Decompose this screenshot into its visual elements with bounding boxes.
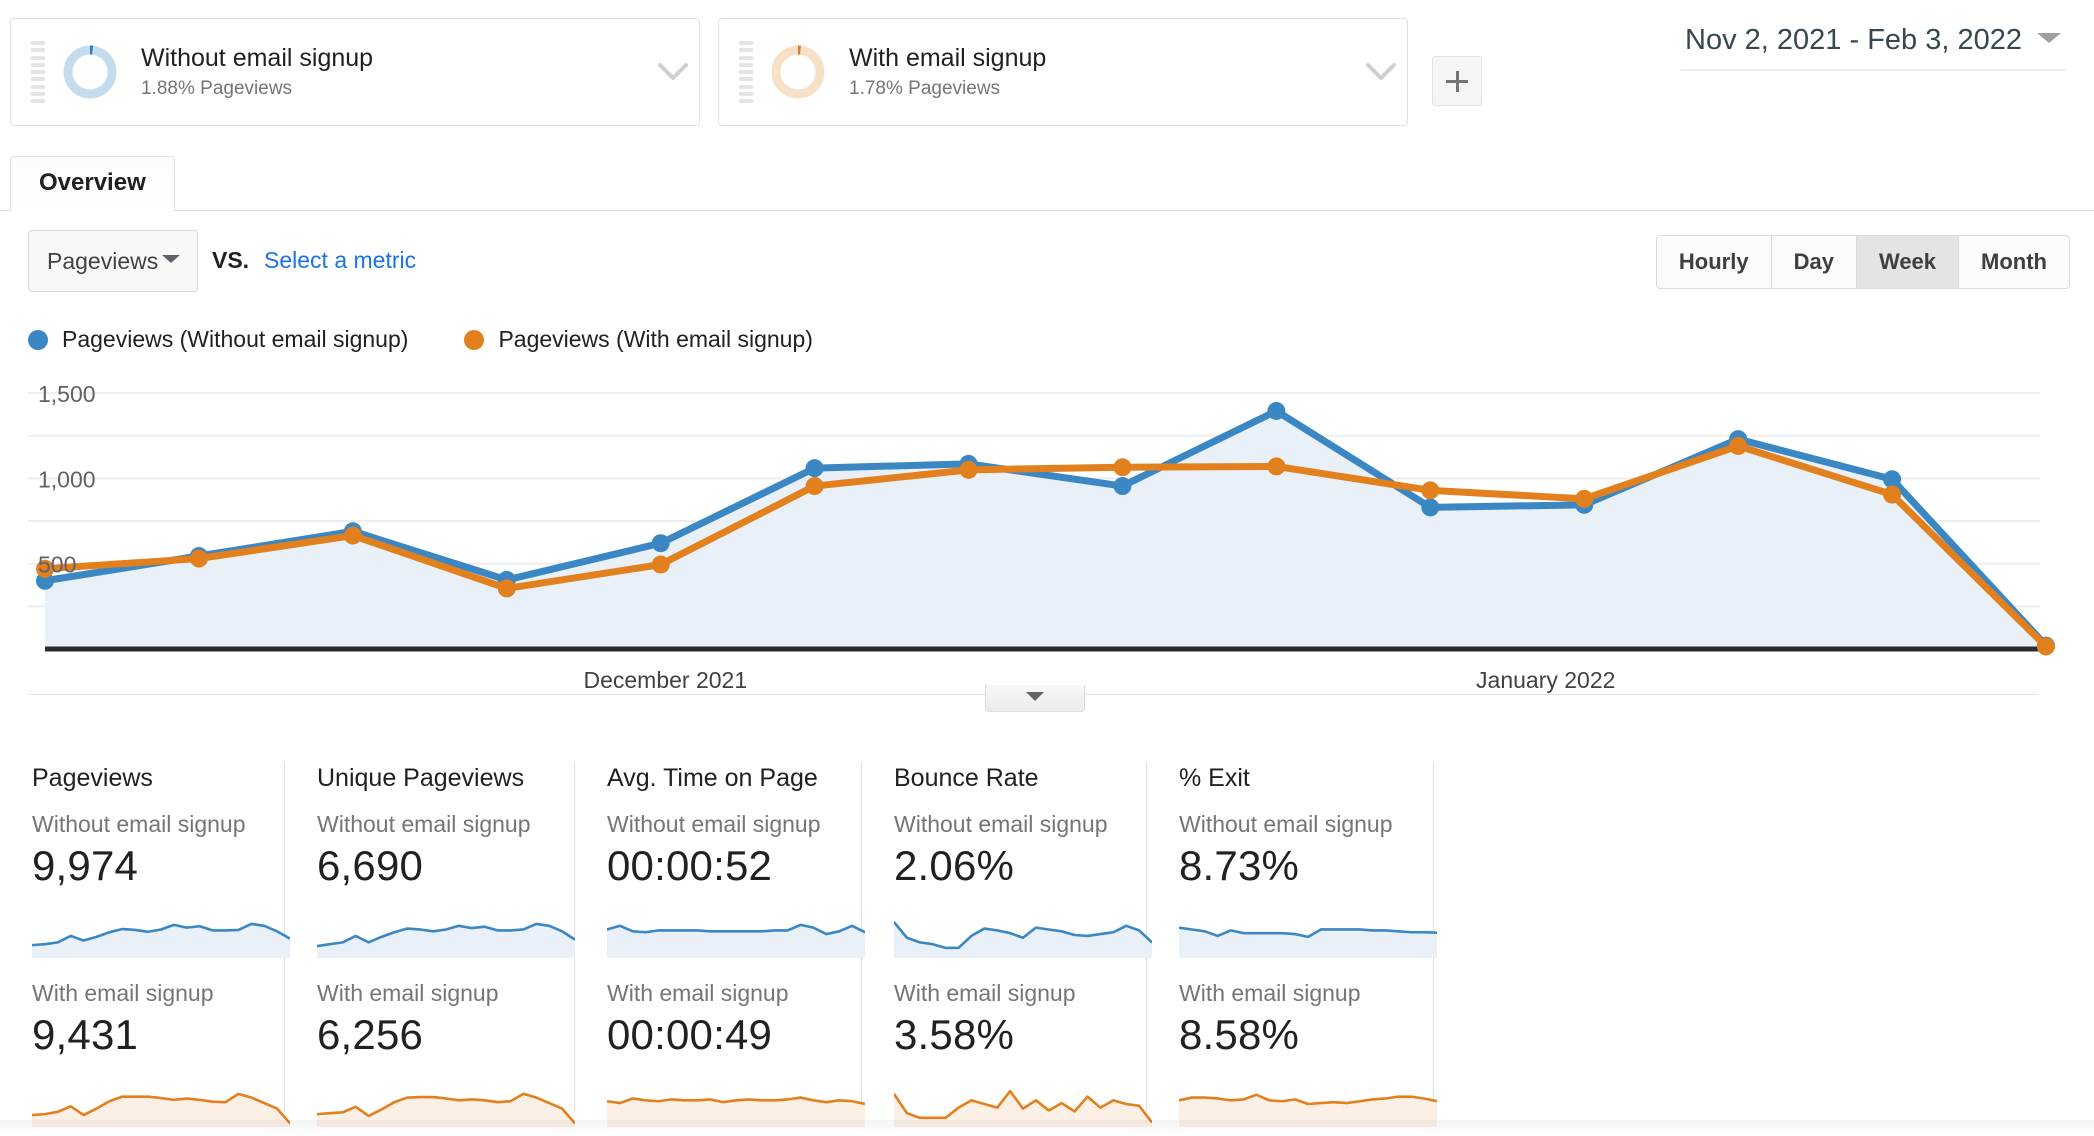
metric-controls-row: Pageviews VS. Select a metric Hourly Day… bbox=[0, 230, 2094, 300]
segment-text: With email signup 1.78% Pageviews bbox=[849, 44, 1355, 101]
metric-segment-label-with: With email signup bbox=[317, 980, 499, 1006]
metric-segment-label-with: With email signup bbox=[32, 980, 214, 1006]
metric-card-title: Unique Pageviews bbox=[317, 764, 525, 792]
sparkline-without-email-signup bbox=[317, 922, 575, 958]
metric-value-with: 9,431 bbox=[32, 1011, 139, 1058]
caret-down-icon bbox=[1025, 689, 1045, 707]
segment-subtitle: 1.78% Pageviews bbox=[849, 78, 1001, 100]
metric-card-title: Pageviews bbox=[32, 764, 153, 792]
primary-metric-value: Pageviews bbox=[47, 247, 159, 274]
drag-handle-icon[interactable] bbox=[739, 41, 753, 103]
caret-down-icon bbox=[2036, 31, 2062, 50]
legend-item-with-email-signup[interactable]: Pageviews (With email signup) bbox=[464, 326, 813, 353]
primary-metric-select[interactable]: Pageviews bbox=[28, 230, 198, 292]
metric-value-with: 3.58% bbox=[894, 1011, 1015, 1058]
svg-text:500: 500 bbox=[38, 552, 76, 578]
svg-text:January 2022: January 2022 bbox=[1476, 667, 1615, 693]
segment-text: Without email signup 1.88% Pageviews bbox=[141, 44, 647, 101]
svg-text:December 2021: December 2021 bbox=[583, 667, 747, 693]
legend-color-dot bbox=[464, 329, 485, 350]
legend-color-dot bbox=[28, 329, 48, 350]
metric-card: Unique Pageviews Without email signup 6,69… bbox=[285, 762, 575, 1127]
metric-segment-label-with: With email signup bbox=[894, 980, 1076, 1006]
segment-chevron-down-icon[interactable] bbox=[1355, 19, 1407, 125]
tab-overview[interactable]: Overview bbox=[10, 156, 175, 211]
metric-card: Bounce Rate Without email signup 2.06% With… bbox=[862, 762, 1152, 1127]
granularity-day-button[interactable]: Day bbox=[1771, 236, 1857, 288]
legend-label: Pageviews (With email signup) bbox=[498, 326, 813, 352]
granularity-month-button[interactable]: Month bbox=[1959, 236, 2069, 288]
metric-card-title: % Exit bbox=[1179, 764, 1250, 792]
segment-card-with-email-signup[interactable]: With email signup 1.78% Pageviews bbox=[718, 18, 1408, 126]
metric-value-without: 6,690 bbox=[317, 842, 424, 889]
metric-segment-label-without: Without email signup bbox=[1179, 811, 1393, 837]
metric-card: % Exit Without email signup 8.73% With emai… bbox=[1147, 762, 1437, 1127]
chart-expand-toggle[interactable] bbox=[985, 685, 1085, 712]
metric-value-with: 00:00:49 bbox=[607, 1011, 773, 1058]
metric-segment-label-without: Without email signup bbox=[894, 811, 1108, 837]
metric-value-without: 00:00:52 bbox=[607, 842, 773, 889]
metric-card: Pageviews Without email signup 9,974 With e… bbox=[0, 762, 290, 1127]
legend-item-without-email-signup[interactable]: Pageviews (Without email signup) bbox=[28, 326, 408, 353]
add-segment-button[interactable] bbox=[1432, 56, 1482, 106]
vs-label: VS. bbox=[212, 247, 250, 273]
sparkline-without-email-signup bbox=[1179, 926, 1437, 958]
metric-segment-label-without: Without email signup bbox=[607, 811, 821, 837]
date-range-label: Nov 2, 2021 - Feb 3, 2022 bbox=[1685, 24, 2022, 56]
metric-segment-label-without: Without email signup bbox=[317, 811, 531, 837]
segment-bar: Without email signup 1.88% Pageviews Wit… bbox=[0, 0, 2094, 135]
caret-down-icon bbox=[161, 252, 181, 270]
segment-donut-chart bbox=[61, 43, 119, 101]
legend-label: Pageviews (Without email signup) bbox=[62, 326, 409, 352]
main-timeseries-chart[interactable]: 500 1,000 1,500 December 2021 January 2022 bbox=[0, 368, 2094, 698]
segment-subtitle: 1.88% Pageviews bbox=[141, 78, 293, 100]
sparkline-without-email-signup bbox=[32, 922, 290, 958]
select-a-metric-link[interactable]: Select a metric bbox=[264, 247, 416, 274]
granularity-week-button[interactable]: Week bbox=[1856, 236, 1960, 288]
granularity-button-group: Hourly Day Week Month bbox=[1655, 235, 2070, 289]
date-range-picker[interactable]: Nov 2, 2021 - Feb 3, 2022 bbox=[1681, 18, 2066, 71]
drag-handle-icon[interactable] bbox=[31, 41, 45, 103]
metric-card-title: Bounce Rate bbox=[894, 764, 1039, 792]
segment-donut-chart bbox=[769, 43, 827, 101]
metric-value-without: 9,974 bbox=[32, 842, 139, 889]
metric-segment-label-with: With email signup bbox=[1179, 980, 1361, 1006]
segment-name: Without email signup bbox=[141, 43, 374, 72]
tab-strip-divider bbox=[0, 210, 2094, 211]
sparkline-without-email-signup bbox=[607, 923, 865, 958]
segment-card-without-email-signup[interactable]: Without email signup 1.88% Pageviews bbox=[10, 18, 700, 126]
metric-segment-label-without: Without email signup bbox=[32, 811, 246, 837]
chart-legend: Pageviews (Without email signup) Pagevie… bbox=[28, 326, 813, 353]
metric-segment-label-with: With email signup bbox=[607, 980, 789, 1006]
chart-canvas: 500 1,000 1,500 December 2021 January 2022 bbox=[28, 381, 2055, 693]
metric-cards-row: Pageviews Without email signup 9,974 With e… bbox=[0, 762, 2094, 1127]
svg-text:1,500: 1,500 bbox=[38, 381, 96, 407]
tab-strip: Overview bbox=[0, 156, 2094, 211]
sparkline-without-email-signup bbox=[894, 921, 1152, 958]
metric-card-title: Avg. Time on Page bbox=[607, 764, 818, 792]
metric-value-with: 8.58% bbox=[1179, 1011, 1300, 1058]
segment-chevron-down-icon[interactable] bbox=[647, 19, 699, 125]
granularity-hourly-button[interactable]: Hourly bbox=[1656, 236, 1772, 288]
metric-card: Avg. Time on Page Without email signup 00:… bbox=[575, 762, 865, 1127]
analytics-overview-page: Without email signup 1.88% Pageviews Wit… bbox=[0, 0, 2094, 1136]
metric-value-without: 8.73% bbox=[1179, 842, 1300, 889]
metric-value-with: 6,256 bbox=[317, 1011, 424, 1058]
metric-value-without: 2.06% bbox=[894, 842, 1015, 889]
segment-name: With email signup bbox=[849, 43, 1047, 72]
svg-text:1,000: 1,000 bbox=[38, 466, 96, 492]
bottom-shadow bbox=[0, 1120, 2094, 1136]
